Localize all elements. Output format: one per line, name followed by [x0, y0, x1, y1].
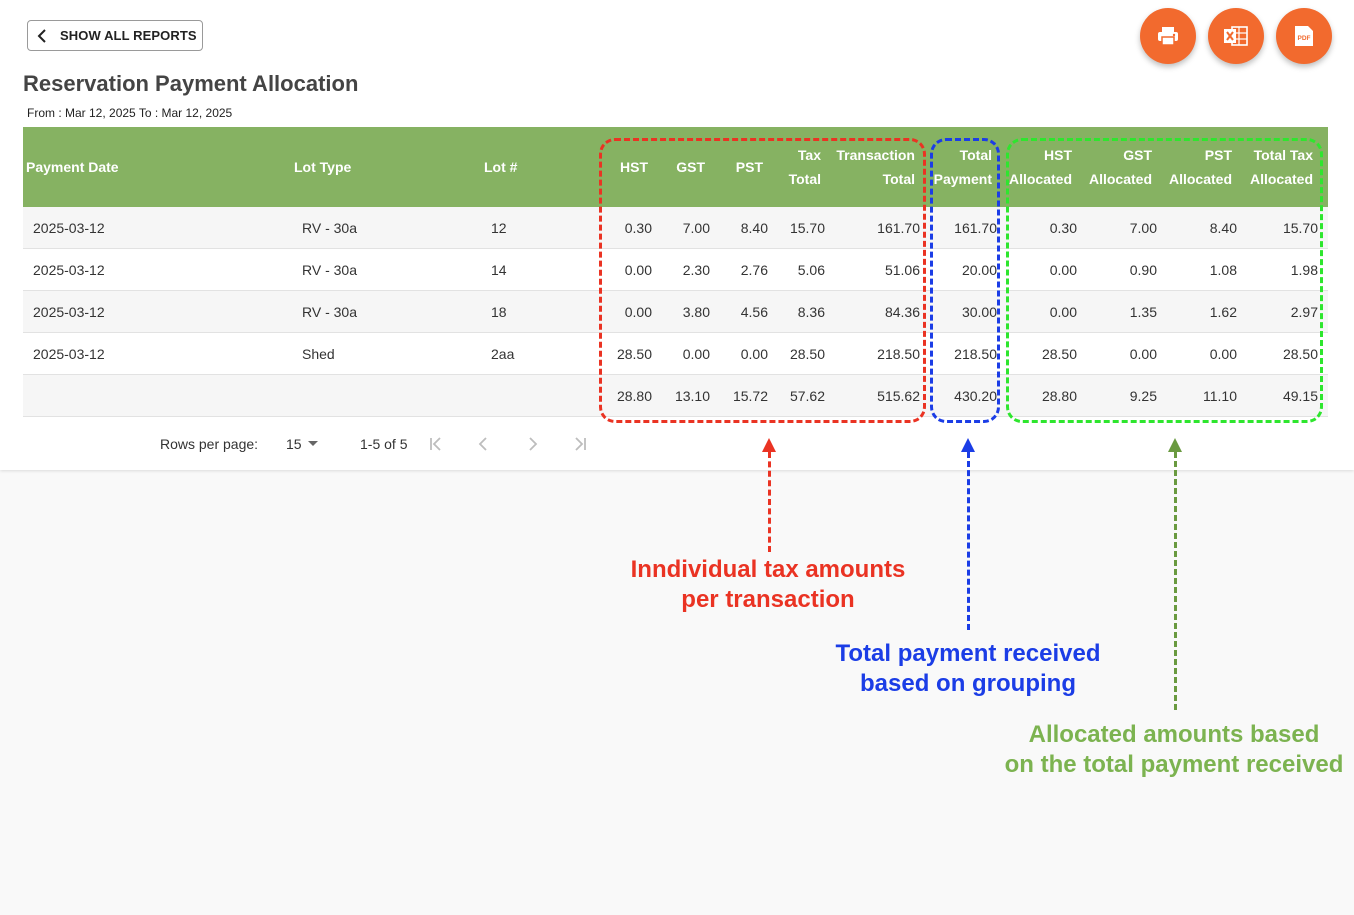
back-button-label: SHOW ALL REPORTS: [60, 28, 197, 43]
cell-lot-number: 14: [491, 262, 507, 278]
caret-down-icon: [307, 441, 318, 446]
tax-annotation-line2: per transaction: [681, 586, 855, 613]
date-range: From : Mar 12, 2025 To : Mar 12, 2025: [27, 106, 233, 120]
allocated-arrow-head: [1168, 438, 1182, 452]
allocated-highlight-box: [1006, 138, 1323, 423]
last-page-icon[interactable]: [570, 434, 590, 454]
page-title: Reservation Payment Allocation: [23, 71, 359, 96]
allocated-annotation-line2: on the total payment received: [1004, 751, 1344, 778]
col-lot-type[interactable]: Lot Type: [294, 155, 351, 179]
excel-icon: [1224, 26, 1248, 46]
page-range: 1-5 of 5: [360, 436, 408, 452]
print-icon: [1158, 27, 1178, 46]
rows-per-page-value: 15: [286, 436, 302, 452]
cell-date: 2025-03-12: [33, 304, 105, 320]
col-lot-number[interactable]: Lot #: [484, 155, 517, 179]
chevron-left-icon: [37, 28, 46, 43]
col-payment-date[interactable]: Payment Date: [26, 155, 119, 179]
pagination: Rows per page: 15 1-5 of 5: [23, 418, 605, 470]
cell-date: 2025-03-12: [33, 262, 105, 278]
next-page-icon[interactable]: [522, 434, 542, 454]
pdf-icon: PDF: [1295, 26, 1313, 46]
tax-arrow-head: [762, 438, 776, 452]
previous-page-icon[interactable]: [474, 434, 494, 454]
cell-lot-type: Shed: [302, 346, 335, 362]
allocated-annotation-line1: Allocated amounts based: [1028, 721, 1320, 748]
cell-lot-number: 18: [491, 304, 507, 320]
cell-lot-number: 2aa: [491, 346, 515, 362]
payment-annotation: Total payment received based on grouping: [768, 639, 1168, 699]
payment-annotation-line2: based on grouping: [860, 670, 1076, 697]
cell-lot-type: RV - 30a: [302, 304, 357, 320]
show-all-reports-button[interactable]: SHOW ALL REPORTS: [27, 20, 203, 51]
payment-highlight-box: [930, 138, 1000, 423]
payment-arrow-line: [967, 452, 970, 630]
first-page-icon[interactable]: [426, 434, 446, 454]
pdf-icon-label: PDF: [1298, 35, 1311, 42]
pdf-export-button[interactable]: PDF: [1276, 8, 1332, 64]
cell-lot-type: RV - 30a: [302, 262, 357, 278]
tax-arrow-line: [768, 452, 771, 552]
print-button[interactable]: [1140, 8, 1196, 64]
cell-date: 2025-03-12: [33, 220, 105, 236]
rows-per-page-select[interactable]: 15: [286, 436, 322, 452]
payment-arrow-head: [961, 438, 975, 452]
tax-annotation: Inndividual tax amounts per transaction: [568, 555, 968, 615]
cell-date: 2025-03-12: [33, 346, 105, 362]
rows-per-page-label: Rows per page:: [160, 436, 259, 452]
tax-highlight-box: [599, 138, 926, 423]
allocated-arrow-line: [1174, 452, 1177, 710]
cell-lot-type: RV - 30a: [302, 220, 357, 236]
allocated-annotation: Allocated amounts based on the total pay…: [994, 720, 1354, 780]
payment-annotation-line1: Total payment received: [835, 640, 1101, 667]
tax-annotation-line1: Inndividual tax amounts: [630, 556, 906, 583]
cell-lot-number: 12: [491, 220, 507, 236]
excel-export-button[interactable]: [1208, 8, 1264, 64]
